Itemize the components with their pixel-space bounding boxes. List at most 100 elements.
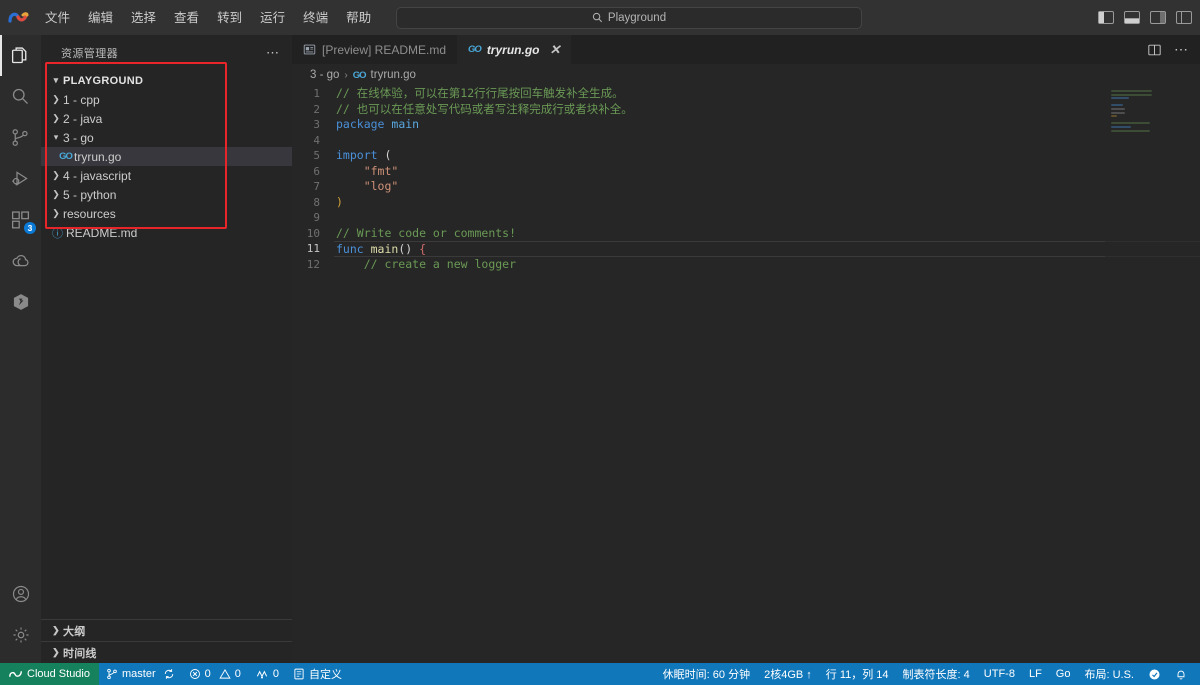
code-token: (	[384, 148, 392, 162]
search-input-value: Playground	[607, 11, 667, 24]
status-encoding[interactable]: UTF-8	[977, 663, 1022, 685]
status-cursor-position[interactable]: 行 11，列 14	[819, 663, 896, 685]
code-line[interactable]: 2 // 也可以在任意处写代码或者写注释完成行或者块补全。	[292, 102, 1200, 118]
activity-account[interactable]	[0, 573, 41, 614]
status-errors[interactable]: 0 0	[182, 663, 248, 685]
status-cloud-studio[interactable]: Cloud Studio	[0, 663, 99, 685]
status-label: master	[122, 668, 156, 680]
line-content: package main	[334, 117, 1200, 133]
status-bar: Cloud Studio master 0 0 0 自定义 休眠时间: 60 分…	[0, 663, 1200, 685]
tree-root-label: PLAYGROUND	[63, 74, 144, 87]
status-label: 0	[272, 668, 279, 680]
breadcrumb-file[interactable]: tryrun.go	[371, 69, 416, 81]
tree-folder-python[interactable]: ❯ 5 - python	[41, 185, 292, 204]
account-icon	[12, 585, 29, 602]
editor-tabs: [Preview] README.md GO tryrun.go ✕ ⋯	[292, 35, 1200, 64]
status-hibernate-time[interactable]: 休眠时间: 60 分钟	[656, 663, 757, 685]
tree-root-playground[interactable]: ▾ PLAYGROUND	[41, 71, 292, 90]
tab-tryrun-go[interactable]: GO tryrun.go ✕	[457, 35, 572, 64]
tree-folder-resources[interactable]: ❯ resources	[41, 204, 292, 223]
code-editor[interactable]: 1 // 在线体验，可以在第12行行尾按回车触发补全生成。 2 // 也可以在任意处写…	[292, 86, 1200, 663]
code-line[interactable]: 8)	[292, 195, 1200, 211]
customize-layout-button[interactable]	[1176, 11, 1192, 24]
explorer-more-actions-button[interactable]: ⋯	[266, 45, 280, 61]
code-token: main	[391, 117, 420, 131]
activity-plugin[interactable]	[0, 281, 41, 322]
command-center[interactable]: Playground	[396, 6, 862, 29]
search-input[interactable]: Playground	[396, 6, 862, 29]
code-token: package	[336, 117, 392, 131]
cloud-studio-logo[interactable]	[0, 9, 36, 27]
code-line[interactable]: 6 "fmt"	[292, 164, 1200, 180]
cloud-icon	[12, 254, 29, 266]
tab-readme-preview[interactable]: [Preview] README.md	[292, 35, 458, 64]
menu-help[interactable]: 帮助	[337, 6, 380, 30]
tab-label: tryrun.go	[486, 42, 540, 57]
chevron-down-icon: ▾	[53, 132, 59, 142]
status-language-mode[interactable]: Go	[1049, 663, 1078, 685]
chevron-right-icon: ›	[344, 69, 348, 81]
code-line[interactable]: 12 // create a new logger	[292, 257, 1200, 273]
minimap-line	[1111, 125, 1131, 128]
code-line[interactable]: 3 package main	[292, 117, 1200, 133]
tree-folder-java[interactable]: ❯ 2 - java	[41, 109, 292, 128]
code-token: import	[336, 148, 385, 162]
toggle-secondary-sidebar-button[interactable]	[1150, 11, 1166, 24]
code-line[interactable]: 9	[292, 210, 1200, 226]
menu-go[interactable]: 转到	[208, 6, 251, 30]
line-content: // create a new logger	[334, 257, 1200, 273]
activity-cloud[interactable]	[0, 240, 41, 281]
menu-selection[interactable]: 选择	[122, 6, 165, 30]
line-content: "log"	[334, 179, 1200, 195]
tree-folder-javascript[interactable]: ❯ 4 - javascript	[41, 166, 292, 185]
activity-source-control[interactable]	[0, 117, 41, 158]
code-line[interactable]: 10 // Write code or comments!	[292, 226, 1200, 242]
breadcrumb-folder[interactable]: 3 - go	[310, 69, 339, 81]
status-eol[interactable]: LF	[1022, 663, 1049, 685]
activity-extensions[interactable]: 3	[0, 199, 41, 240]
status-branch[interactable]: master	[99, 663, 182, 685]
split-editor-button[interactable]	[1147, 43, 1162, 57]
menu-run[interactable]: 运行	[251, 6, 294, 30]
tree-item-label: 5 - python	[63, 187, 117, 202]
sidebar-section-timeline[interactable]: ❯ 时间线	[41, 641, 292, 663]
tree-folder-cpp[interactable]: ❯ 1 - cpp	[41, 90, 292, 109]
toggle-panel-button[interactable]	[1124, 11, 1140, 24]
line-content: func main() {	[334, 241, 1200, 257]
status-spec[interactable]: 2核4GB ↑	[757, 663, 819, 685]
code-line[interactable]: 4	[292, 133, 1200, 149]
close-icon[interactable]: ✕	[549, 42, 560, 58]
menu-file[interactable]: 文件	[36, 6, 79, 30]
gear-icon	[13, 627, 28, 642]
status-indent[interactable]: 制表符长度: 4	[896, 663, 977, 685]
toggle-primary-sidebar-button[interactable]	[1098, 11, 1114, 24]
status-notifications-icon[interactable]	[1168, 663, 1194, 685]
tree-file-readme-md[interactable]: ⓘ README.md	[41, 223, 292, 242]
chevron-right-icon: ❯	[52, 625, 60, 635]
tree-folder-go[interactable]: ▾ 3 - go	[41, 128, 292, 147]
code-line[interactable]: 1 // 在线体验，可以在第12行行尾按回车触发补全生成。	[292, 86, 1200, 102]
tree-file-tryrun-go[interactable]: GO tryrun.go	[41, 147, 292, 166]
menu-edit[interactable]: 编辑	[79, 6, 122, 30]
line-number: 11	[306, 242, 320, 256]
sidebar-section-outline[interactable]: ❯ 大纲	[41, 619, 292, 641]
code-line[interactable]: 7 "log"	[292, 179, 1200, 195]
chevron-right-icon: ❯	[52, 208, 60, 218]
code-line[interactable]: 5 import (	[292, 148, 1200, 164]
status-feedback-icon[interactable]	[1141, 663, 1168, 685]
status-keyboard-layout[interactable]: 布局: U.S.	[1077, 663, 1141, 685]
menu-terminal[interactable]: 终端	[294, 6, 337, 30]
status-ports[interactable]: 0	[248, 663, 286, 685]
line-number: 9	[313, 211, 320, 225]
activity-search[interactable]	[0, 76, 41, 117]
editor-minimap[interactable]	[1105, 86, 1200, 663]
editor-more-actions-button[interactable]: ⋯	[1174, 41, 1188, 58]
activity-settings[interactable]	[0, 614, 41, 655]
extensions-badge: 3	[24, 222, 36, 234]
code-line[interactable]: 11 func main() {	[292, 241, 1200, 257]
menu-view[interactable]: 查看	[165, 6, 208, 30]
activity-run-debug[interactable]	[0, 158, 41, 199]
activity-explorer[interactable]	[0, 35, 41, 76]
status-customize[interactable]: 自定义	[286, 663, 349, 685]
